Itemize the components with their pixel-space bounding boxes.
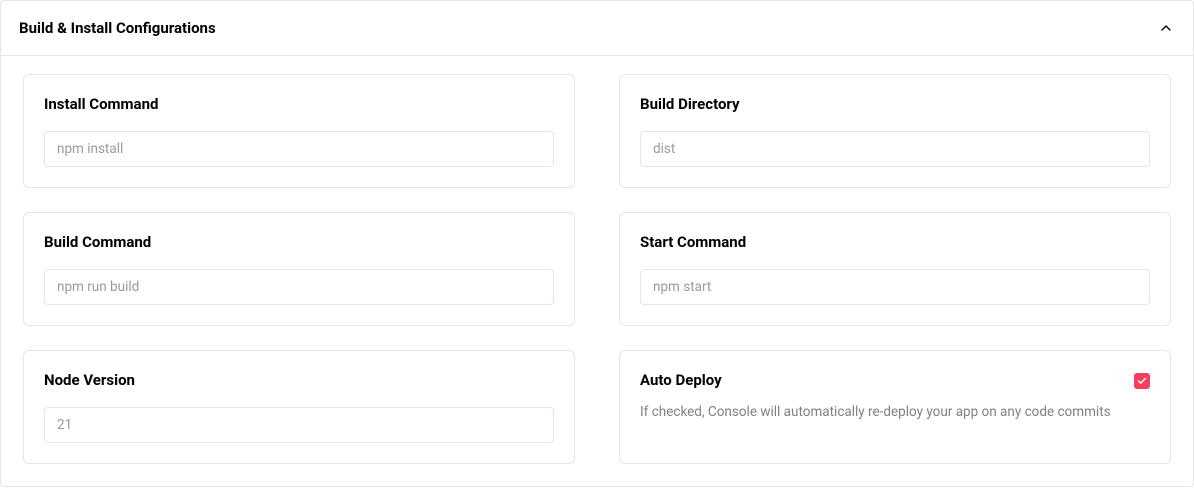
start-command-input[interactable] [640,269,1150,305]
check-icon [1137,376,1147,386]
auto-deploy-checkbox[interactable] [1134,373,1150,389]
node-version-label: Node Version [44,371,554,389]
panel-body: Install Command Build Directory Build Co… [1,56,1193,486]
start-command-label: Start Command [640,233,1150,251]
build-directory-input[interactable] [640,131,1150,167]
build-command-label: Build Command [44,233,554,251]
chevron-up-icon [1157,19,1175,37]
auto-deploy-description: If checked, Console will automatically r… [640,403,1150,422]
build-directory-label: Build Directory [640,95,1150,113]
node-version-card: Node Version [23,350,575,464]
node-version-input[interactable] [44,407,554,443]
panel-title: Build & Install Configurations [19,19,216,37]
build-command-input[interactable] [44,269,554,305]
start-command-card: Start Command [619,212,1171,326]
install-command-label: Install Command [44,95,554,113]
panel-header[interactable]: Build & Install Configurations [1,1,1193,56]
build-command-card: Build Command [23,212,575,326]
auto-deploy-card: Auto Deploy If checked, Console will aut… [619,350,1171,464]
build-directory-card: Build Directory [619,74,1171,188]
auto-deploy-label: Auto Deploy [640,371,722,389]
install-command-card: Install Command [23,74,575,188]
build-install-configurations-panel: Build & Install Configurations Install C… [0,0,1194,487]
install-command-input[interactable] [44,131,554,167]
